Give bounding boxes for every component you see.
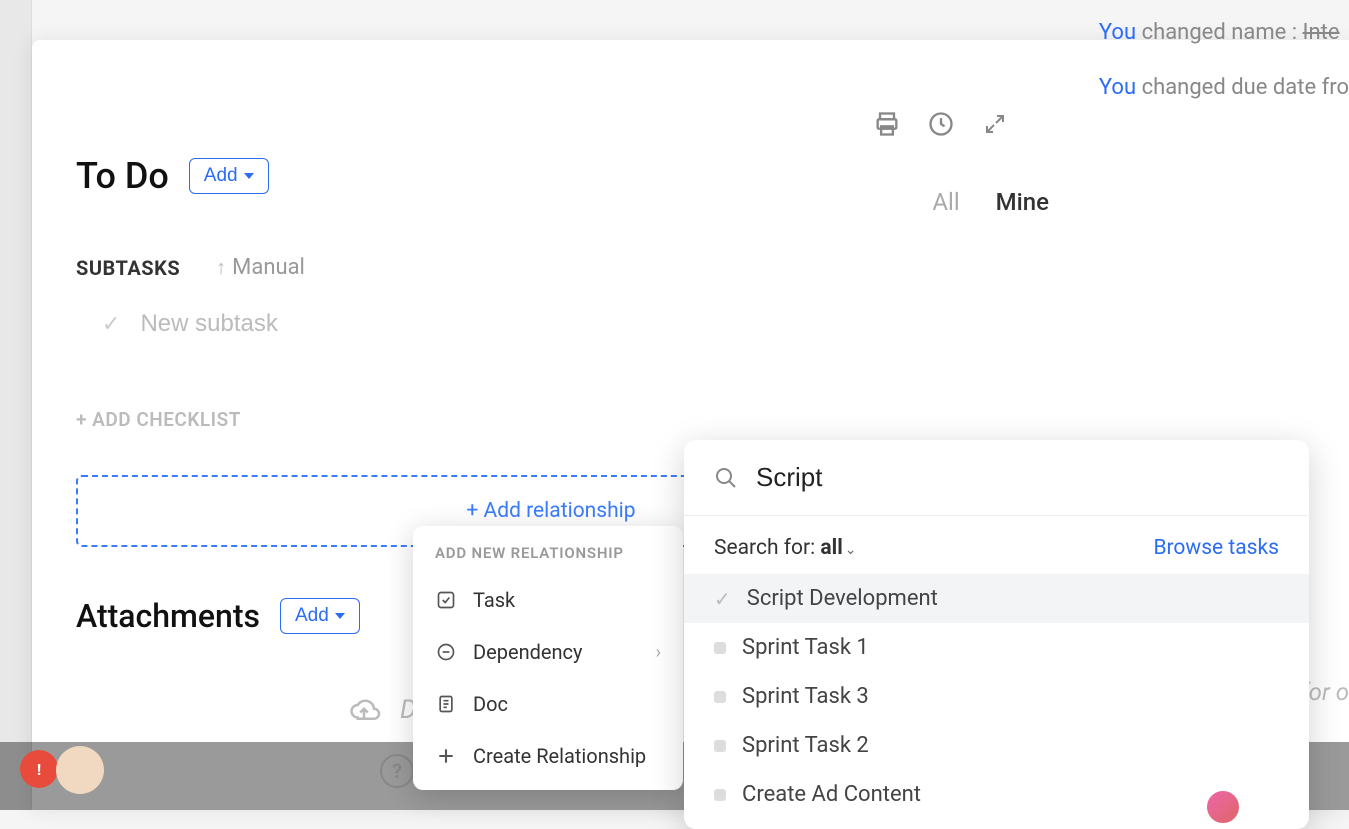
history-icon[interactable] [927,110,955,138]
search-input-row [684,440,1309,516]
search-result[interactable]: Sprint Task 1 [684,623,1309,672]
cloud-upload-icon [346,695,382,725]
search-result[interactable]: Sprint Task 3 [684,672,1309,721]
subtasks-heading: SUBTASKS [76,256,180,280]
task-header: To Do Add [76,155,1309,197]
new-subtask-input[interactable] [140,310,540,338]
activity-action: changed name : [1142,20,1298,45]
filter-mine[interactable]: Mine [996,188,1049,216]
search-result-label: Sprint Task 3 [742,684,869,709]
status-title: To Do [76,155,169,197]
search-result-label: Sprint Task 1 [742,635,869,660]
subtasks-header: SUBTASKS ↑ Manual [76,255,1309,280]
chevron-down-icon: ⌄ [845,542,857,558]
add-attachment-button[interactable]: Add [280,598,360,634]
search-result-label: Sprint Task 2 [742,733,869,758]
check-icon: ✓ [714,587,731,611]
search-scope[interactable]: Search for: all⌄ [714,536,857,560]
topbar-icons [873,110,1009,138]
relationship-menu-dependency[interactable]: Dependency › [413,626,683,678]
browse-tasks-link[interactable]: Browse tasks [1153,536,1279,560]
status-bullet-icon [714,642,726,654]
chevron-down-icon [335,613,345,619]
relationship-menu-doc[interactable]: Doc [413,678,683,730]
search-result-label: Create Ad Content [742,782,921,807]
attachments-title: Attachments [76,597,260,635]
relationship-menu-create[interactable]: Create Relationship [413,730,683,782]
app-sidebar-gutter [0,0,32,810]
check-icon: ✓ [102,312,120,337]
print-icon[interactable] [873,110,901,138]
dependency-icon [435,641,457,663]
status-bullet-icon [714,789,726,801]
activity-struck: Inte [1303,20,1340,45]
activity-entry: You changed name : Inte [1099,5,1349,60]
filter-all[interactable]: All [932,188,959,216]
status-bullet-icon [714,740,726,752]
expand-icon[interactable] [981,110,1009,138]
search-scope-value: all [820,536,842,560]
plus-icon [435,745,457,767]
search-result-label: Script Development [747,586,938,611]
search-for-label: Search for: [714,536,815,560]
activity-user: You [1099,75,1136,100]
relationship-menu-create-label: Create Relationship [473,744,646,768]
new-subtask-row: ✓ [102,310,1309,338]
status-bullet-icon [714,691,726,703]
add-attachment-label: Add [295,605,329,627]
relationship-menu-title: ADD NEW RELATIONSHIP [413,544,683,574]
activity-entry: You changed due date fro [1099,60,1349,115]
arrow-up-icon: ↑ [216,255,226,280]
activity-log: You changed name : Inte You changed due … [1099,5,1349,115]
relationship-menu-dependency-label: Dependency [473,640,582,664]
add-button[interactable]: Add [189,158,269,194]
relationship-menu: ADD NEW RELATIONSHIP Task Dependency › D… [413,526,683,790]
activity-user: You [1099,20,1136,45]
search-result[interactable]: Sprint Task 2 [684,721,1309,770]
relationship-menu-task-label: Task [473,588,515,612]
subtasks-sort-label: Manual [232,255,305,280]
avatar[interactable] [1205,789,1241,825]
chevron-right-icon: › [656,642,661,663]
add-checklist-button[interactable]: + ADD CHECKLIST [76,408,1309,431]
search-icon [714,466,738,490]
activity-action: changed due date fro [1142,75,1349,100]
search-filter-row: Search for: all⌄ Browse tasks [684,516,1309,574]
subtasks-sort[interactable]: ↑ Manual [216,255,305,280]
activity-filter-tabs: All Mine [932,188,1049,216]
relationship-menu-task[interactable]: Task [413,574,683,626]
avatar[interactable] [56,746,104,794]
notification-badge[interactable]: ! [20,750,58,788]
relationship-menu-doc-label: Doc [473,692,508,716]
search-input[interactable] [756,462,1279,493]
chevron-down-icon [244,173,254,179]
doc-icon [435,693,457,715]
add-button-label: Add [204,165,238,187]
search-result[interactable]: ✓ Script Development [684,574,1309,623]
task-icon [435,589,457,611]
task-search-panel: Search for: all⌄ Browse tasks ✓ Script D… [684,440,1309,829]
help-icon[interactable]: ? [380,754,414,788]
